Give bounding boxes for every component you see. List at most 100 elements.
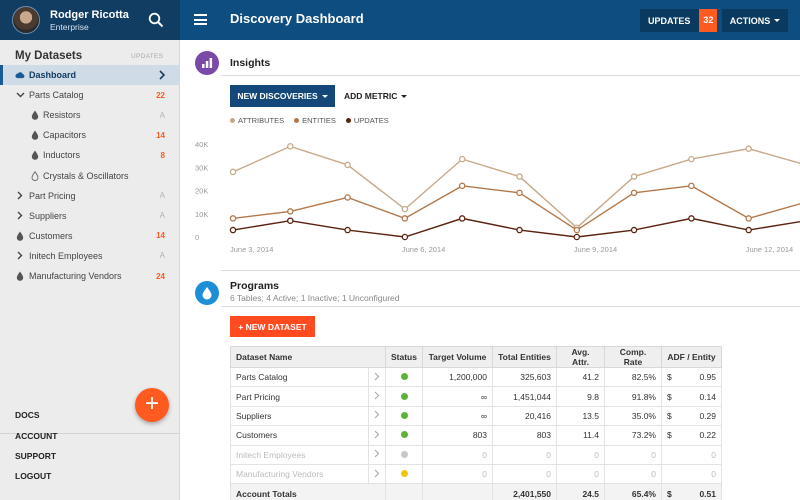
- data-point-updates[interactable]: [688, 215, 695, 222]
- currency-cell: $: [660, 405, 677, 427]
- data-point-updates[interactable]: [229, 226, 237, 234]
- total-entities-cell: 0: [492, 463, 557, 485]
- totals-row: Account Totals 2,401,550 24.5 65.4% $0.51: [230, 483, 722, 500]
- dataset-name-cell[interactable]: Parts Catalog: [230, 366, 369, 388]
- column-header-total-entities[interactable]: Total Entities: [492, 346, 557, 368]
- status-dot: [400, 450, 408, 458]
- data-point-entities[interactable]: [229, 215, 237, 222]
- table-row[interactable]: Parts Catalog 1,200,000 325,603 41.2 82.5% $0…: [230, 366, 722, 388]
- currency-cell: $: [660, 386, 677, 407]
- sidebar-item-manufacturing-vendors[interactable]: Manufacturing Vendors 24: [0, 266, 180, 286]
- currency-cell: $: [660, 425, 677, 446]
- table-row[interactable]: Initech Employees 0 0 0 0 0: [230, 444, 722, 465]
- data-point-entities[interactable]: [287, 208, 294, 215]
- insights-line-chart: 40K 30K 20K 10K 0 June 3, 2014 June 6, 2014 Jun…: [195, 140, 800, 254]
- total-entities-cell: 325,603: [492, 366, 557, 388]
- column-header-dataset-name[interactable]: Dataset Name: [230, 346, 386, 368]
- table-row[interactable]: Suppliers ∞ 20,416 13.5 35.0% $0.29: [230, 405, 722, 427]
- data-point-updates[interactable]: [458, 215, 466, 222]
- data-point-attributes[interactable]: [287, 143, 294, 150]
- series-line-updates: [232, 217, 800, 238]
- data-point-entities[interactable]: [344, 194, 351, 201]
- data-point-attributes[interactable]: [630, 173, 638, 180]
- account-link[interactable]: ACCOUNT: [15, 431, 58, 441]
- total-entities-cell: 803: [492, 425, 557, 446]
- data-point-attributes[interactable]: [688, 155, 695, 163]
- chevron-right-icon: [374, 430, 380, 441]
- row-chevron-cell[interactable]: [368, 444, 386, 465]
- column-header-avg-attr[interactable]: Avg. Attr.: [556, 346, 605, 368]
- dataset-name-cell[interactable]: Part Pricing: [230, 386, 369, 407]
- data-point-entities[interactable]: [516, 189, 523, 197]
- dataset-name-cell[interactable]: Suppliers: [230, 405, 369, 427]
- currency-cell: [660, 463, 677, 485]
- add-fab-button[interactable]: +: [135, 388, 169, 422]
- column-header-comp-rate[interactable]: Comp. Rate: [604, 346, 662, 368]
- data-point-updates[interactable]: [745, 226, 752, 234]
- data-point-updates[interactable]: [344, 226, 351, 234]
- total-entities-cell: 0: [492, 444, 557, 465]
- data-point-attributes[interactable]: [745, 145, 752, 152]
- programs-title: Programs: [230, 280, 280, 292]
- adf-entity-cell: 0.95: [676, 366, 722, 388]
- data-point-updates[interactable]: [287, 217, 294, 224]
- data-point-attributes[interactable]: [401, 205, 409, 213]
- logout-link[interactable]: LOGOUT: [15, 471, 51, 481]
- status-dot: [400, 392, 408, 400]
- datasets-table: Dataset Name Status Target Volume Total …: [230, 346, 722, 500]
- data-point-attributes[interactable]: [516, 173, 523, 180]
- row-chevron-cell[interactable]: [368, 366, 386, 388]
- data-point-entities[interactable]: [688, 182, 695, 190]
- table-row[interactable]: Customers 803 803 11.4 73.2% $0.22: [230, 425, 722, 446]
- update-count-badge: 24: [156, 271, 165, 281]
- dataset-name-cell[interactable]: Customers: [230, 425, 369, 446]
- series-line-attributes: [232, 145, 800, 229]
- data-point-entities[interactable]: [401, 215, 409, 222]
- column-header-adf-entity[interactable]: ADF / Entity: [661, 346, 722, 368]
- row-chevron-cell[interactable]: [368, 386, 386, 407]
- status-cell: [385, 386, 423, 407]
- comp-rate-cell: 91.8%: [604, 386, 662, 407]
- dataset-name-cell[interactable]: Manufacturing Vendors: [230, 463, 369, 485]
- data-point-updates[interactable]: [401, 233, 409, 241]
- dataset-name-cell[interactable]: Initech Employees: [230, 444, 369, 465]
- comp-rate-cell: 82.5%: [604, 366, 662, 388]
- adf-entity-cell: 0: [676, 444, 722, 465]
- row-chevron-cell[interactable]: [368, 463, 386, 485]
- adf-entity-cell: 0.29: [676, 405, 722, 427]
- data-point-entities[interactable]: [630, 189, 638, 197]
- docs-link[interactable]: DOCS: [15, 410, 40, 420]
- table-row[interactable]: Part Pricing ∞ 1,451,044 9.8 91.8% $0.14: [230, 386, 722, 407]
- target-volume-cell: ∞: [422, 386, 493, 407]
- status-cell: [385, 425, 423, 446]
- data-point-attributes[interactable]: [344, 161, 351, 169]
- new-dataset-button[interactable]: + NEW DATASET: [230, 316, 315, 337]
- data-point-updates[interactable]: [516, 226, 523, 234]
- data-point-entities[interactable]: [458, 182, 466, 190]
- data-point-entities[interactable]: [745, 215, 752, 222]
- column-header-status[interactable]: Status: [385, 346, 423, 368]
- row-chevron-cell[interactable]: [368, 405, 386, 427]
- chevron-right-icon: [374, 411, 380, 421]
- currency-cell: $: [660, 366, 677, 388]
- data-point-entities[interactable]: [573, 226, 581, 234]
- status-cell: [385, 405, 423, 427]
- chevron-right-icon: [374, 449, 380, 460]
- status-dot: [400, 411, 408, 419]
- column-header-target-volume[interactable]: Target Volume: [422, 346, 493, 368]
- total-entities-cell: 20,416: [492, 405, 557, 427]
- programs-subtitle: 6 Tables; 4 Active; 1 Inactive; 1 Unconf…: [230, 293, 400, 303]
- data-point-attributes[interactable]: [458, 155, 466, 163]
- chevron-right-icon: [374, 391, 380, 402]
- data-point-updates[interactable]: [573, 233, 581, 241]
- data-point-attributes[interactable]: [229, 168, 237, 176]
- table-row[interactable]: Manufacturing Vendors 0 0 0 0 0: [230, 463, 722, 485]
- sidebar-item-label: Manufacturing Vendors: [29, 271, 122, 281]
- status-dot: [400, 373, 408, 381]
- data-point-updates[interactable]: [630, 226, 638, 234]
- row-chevron-cell[interactable]: [368, 425, 386, 446]
- status-cell: [385, 366, 423, 388]
- chevron-right-icon: [374, 372, 380, 383]
- support-link[interactable]: SUPPORT: [15, 451, 56, 461]
- totals-status-cell: [385, 483, 423, 500]
